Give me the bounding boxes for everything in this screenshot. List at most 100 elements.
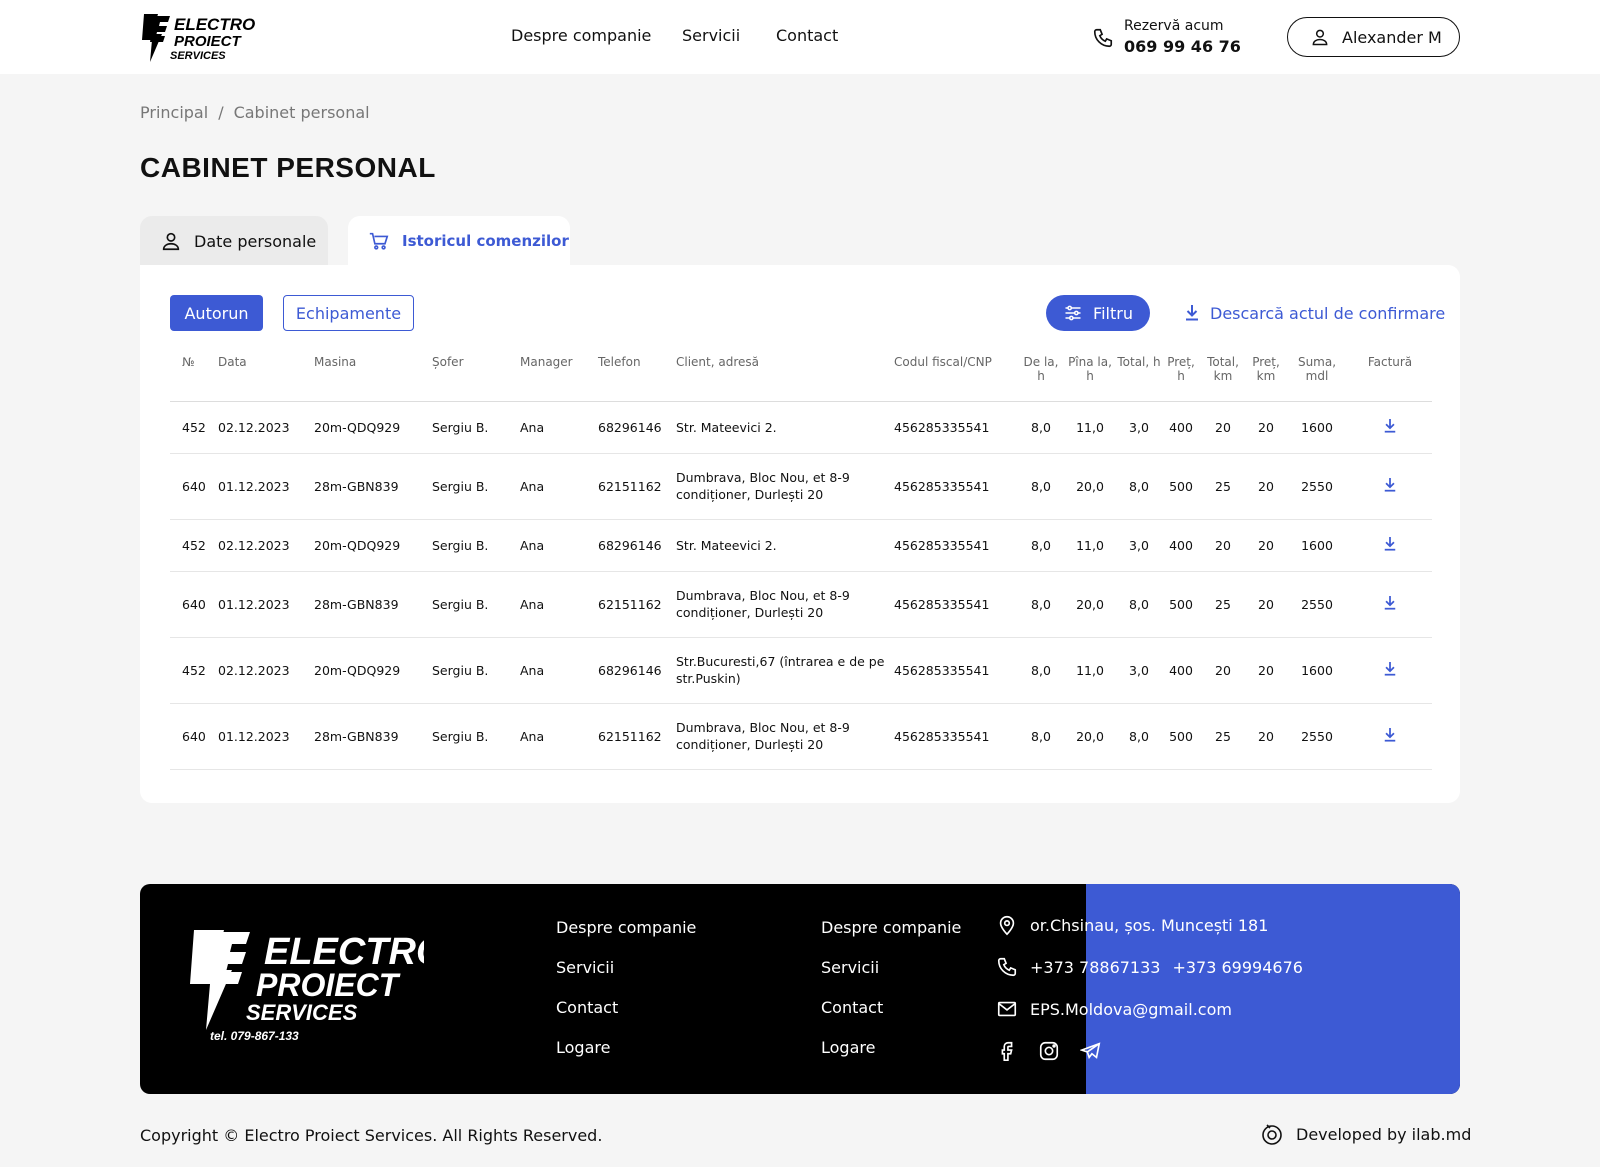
cell-invoice [1348, 519, 1432, 572]
phone-number[interactable]: 069 99 46 76 [1124, 37, 1241, 56]
table-row[interactable]: 452 02.12.2023 20m-QDQ929 Sergiu B. Ana 68296… [170, 637, 1432, 704]
cell-total-km: 25 [1200, 571, 1246, 638]
developer-text: Developed by ilab.md [1296, 1124, 1472, 1144]
footer-link-servicii[interactable]: Servicii [821, 958, 961, 977]
orders-table: № Data Masina Șofer Manager Telefon Clie… [170, 355, 1432, 770]
user-account-button[interactable]: Alexander M [1287, 17, 1460, 57]
breadcrumb-home[interactable]: Principal [140, 103, 208, 122]
cell-price-km: 20 [1246, 519, 1286, 572]
footer-logo-tel: tel. 079-867-133 [210, 1029, 299, 1043]
location-pin-icon [999, 915, 1015, 936]
equipment-button[interactable]: Echipamente [283, 295, 414, 331]
invoice-download-icon[interactable] [1383, 418, 1397, 437]
filter-label: Filtru [1093, 303, 1133, 323]
cell-price-h: 400 [1162, 637, 1200, 704]
invoice-download-icon[interactable] [1383, 661, 1397, 680]
cell-from-h: 8,0 [1018, 519, 1064, 572]
table-row[interactable]: 452 02.12.2023 20m-QDQ929 Sergiu B. Ana 68296… [170, 519, 1432, 572]
user-icon [1312, 29, 1328, 46]
cell-from-h: 8,0 [1018, 703, 1064, 770]
table-row[interactable]: 640 01.12.2023 28m-GBN839 Sergiu B. Ana 62151… [170, 571, 1432, 638]
cell-price-h: 500 [1162, 571, 1200, 638]
company-logo[interactable]: ELECTRO PROIECT SERVICES [140, 12, 260, 64]
cell-to-h: 20,0 [1064, 703, 1116, 770]
table-row[interactable]: 452 02.12.2023 20m-QDQ929 Sergiu B. Ana 68296… [170, 401, 1432, 454]
nav-contact[interactable]: Contact [776, 26, 838, 45]
nav-servicii[interactable]: Servicii [682, 26, 740, 45]
cell-invoice [1348, 453, 1432, 520]
email-text[interactable]: EPS.Moldova@gmail.com [1030, 1000, 1232, 1019]
developer-credit[interactable]: Developed by ilab.md [1260, 1122, 1471, 1146]
col-sum: Suma, mdl [1286, 355, 1348, 402]
cell-from-h: 8,0 [1018, 637, 1064, 704]
phone-2[interactable]: +373 69994676 [1172, 958, 1302, 977]
col-total-km: Total, km [1200, 355, 1246, 402]
svg-text:ELECTRO: ELECTRO [174, 15, 255, 34]
tab-personal-data[interactable]: Date personale [140, 216, 328, 266]
cell-manager: Ana [520, 571, 598, 638]
invoice-download-icon[interactable] [1383, 727, 1397, 746]
sliders-icon [1065, 305, 1081, 321]
invoice-download-icon[interactable] [1383, 536, 1397, 555]
user-icon [162, 232, 180, 251]
cell-client-address: Dumbrava, Bloc Nou, et 8-9 condiționer, … [676, 453, 894, 520]
footer-links-col1: Despre companie Servicii Contact Logare [556, 918, 696, 1078]
footer-link-logare[interactable]: Logare [821, 1038, 961, 1057]
cell-number: 640 [170, 453, 218, 520]
footer-link-despre[interactable]: Despre companie [821, 918, 961, 937]
cell-client-address: Dumbrava, Bloc Nou, et 8-9 condiționer, … [676, 703, 894, 770]
footer-link-contact[interactable]: Contact [556, 998, 696, 1017]
cell-invoice [1348, 703, 1432, 770]
copyright-text: Copyright © Electro Proiect Services. Al… [140, 1126, 603, 1145]
col-phone: Telefon [598, 355, 676, 402]
autorun-button[interactable]: Autorun [170, 295, 263, 331]
footer-email: EPS.Moldova@gmail.com [996, 998, 1232, 1020]
download-confirmation-act[interactable]: Descarcă actul de confirmare [1184, 295, 1445, 331]
instagram-icon[interactable] [1038, 1040, 1060, 1062]
cell-number: 640 [170, 571, 218, 638]
cell-car: 28m-GBN839 [314, 453, 432, 520]
cell-price-km: 20 [1246, 703, 1286, 770]
breadcrumb-current: Cabinet personal [233, 103, 370, 122]
cell-phone: 68296146 [598, 637, 676, 704]
cell-sum: 1600 [1286, 401, 1348, 454]
cell-driver: Sergiu B. [432, 401, 520, 454]
col-manager: Manager [520, 355, 598, 402]
footer-link-servicii[interactable]: Servicii [556, 958, 696, 977]
cell-driver: Sergiu B. [432, 637, 520, 704]
table-row[interactable]: 640 01.12.2023 28m-GBN839 Sergiu B. Ana 62151… [170, 703, 1432, 770]
telegram-icon[interactable] [1080, 1040, 1102, 1062]
cell-manager: Ana [520, 637, 598, 704]
col-client-address: Client, adresă [676, 355, 894, 402]
cell-date: 01.12.2023 [218, 703, 314, 770]
footer-link-despre[interactable]: Despre companie [556, 918, 696, 937]
footer-link-logare[interactable]: Logare [556, 1038, 696, 1057]
footer-link-contact[interactable]: Contact [821, 998, 961, 1017]
invoice-download-icon[interactable] [1383, 595, 1397, 614]
cell-invoice [1348, 401, 1432, 454]
facebook-icon[interactable] [996, 1040, 1018, 1062]
cell-number: 452 [170, 637, 218, 704]
cell-number: 452 [170, 401, 218, 454]
footer-logo[interactable]: ELECTRO PROIECT SERVICES tel. 079-867-13… [188, 926, 424, 1044]
cell-total-km: 25 [1200, 703, 1246, 770]
cell-sum: 2550 [1286, 703, 1348, 770]
cell-fiscal-code: 456285335541 [894, 519, 1018, 572]
cell-date: 02.12.2023 [218, 401, 314, 454]
footer-phones: +373 78867133 +373 69994676 [996, 956, 1303, 978]
cell-total-h: 3,0 [1116, 401, 1162, 454]
table-row[interactable]: 640 01.12.2023 28m-GBN839 Sergiu B. Ana 62151… [170, 453, 1432, 520]
phone-1[interactable]: +373 78867133 [1030, 958, 1160, 977]
nav-despre-companie[interactable]: Despre companie [511, 26, 651, 45]
tab-order-history[interactable]: Istoricul comenzilor [348, 216, 570, 266]
cell-car: 20m-QDQ929 [314, 519, 432, 572]
invoice-download-icon[interactable] [1383, 477, 1397, 496]
filter-button[interactable]: Filtru [1046, 295, 1150, 331]
cell-invoice [1348, 637, 1432, 704]
cell-phone: 62151162 [598, 571, 676, 638]
cell-total-h: 8,0 [1116, 571, 1162, 638]
download-act-label: Descarcă actul de confirmare [1210, 303, 1446, 323]
cell-client-address: Str. Mateevici 2. [676, 519, 894, 572]
cell-driver: Sergiu B. [432, 453, 520, 520]
cell-sum: 2550 [1286, 453, 1348, 520]
